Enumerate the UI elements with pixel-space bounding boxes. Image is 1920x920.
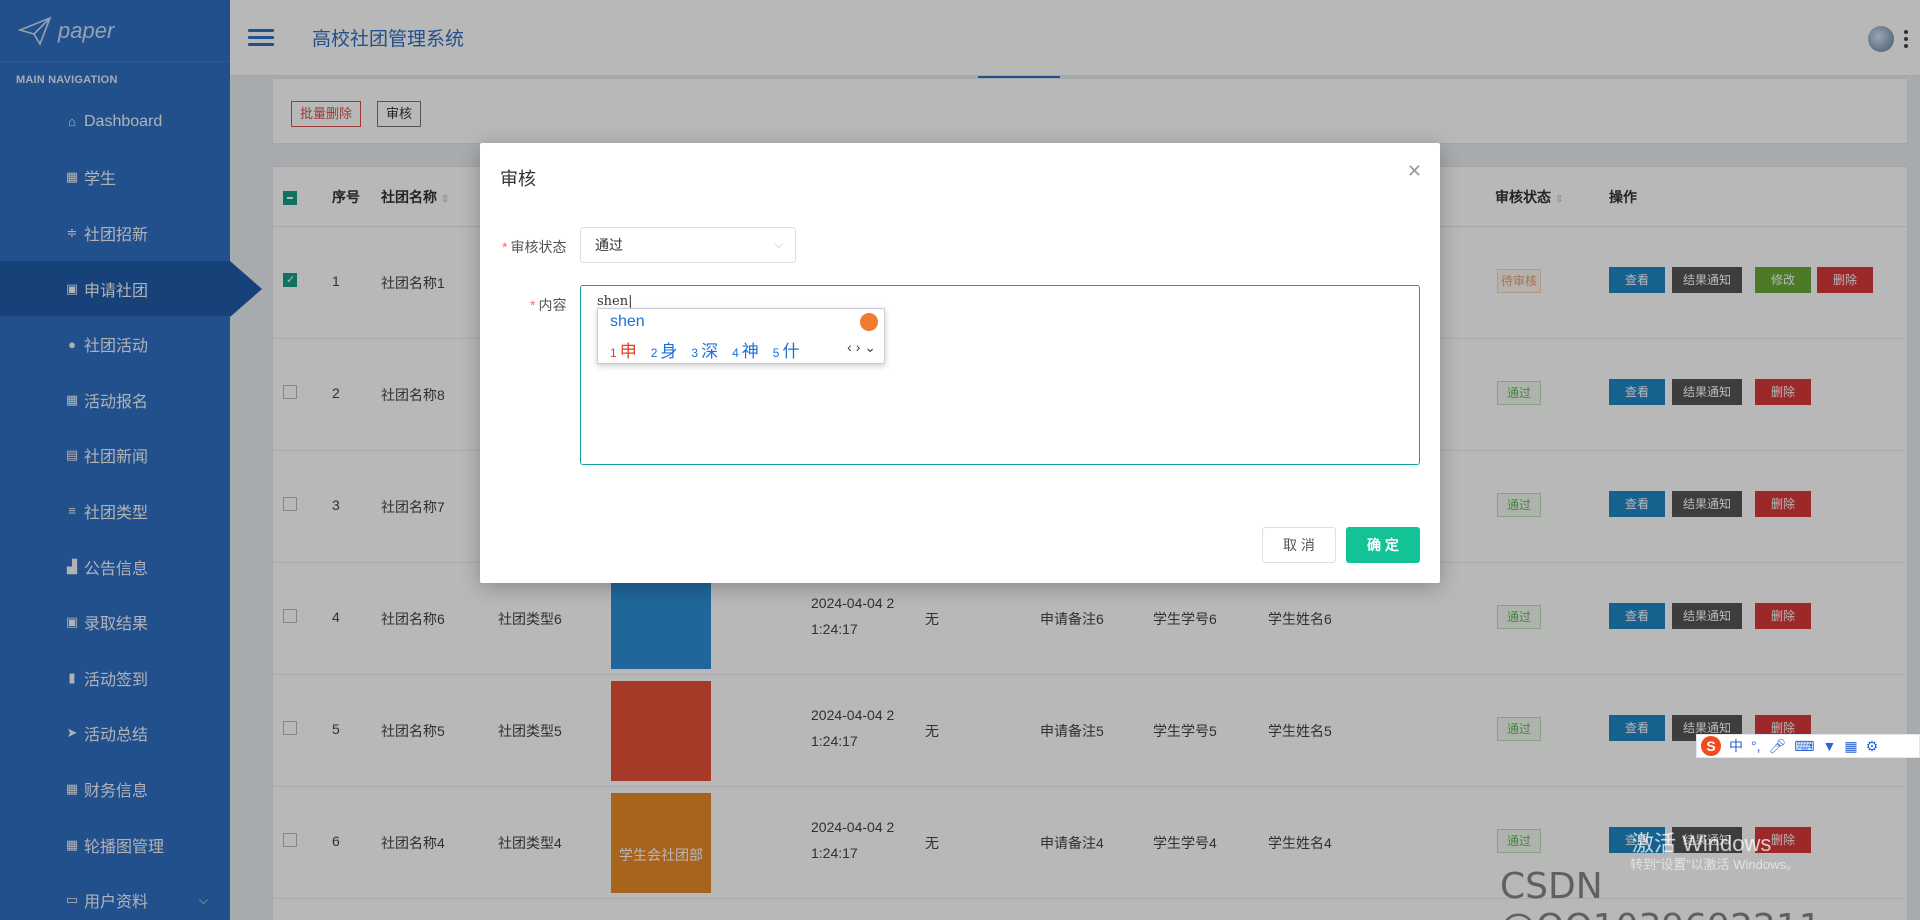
audit-status-select[interactable]: 通过 ⌵ [580,227,796,263]
audit-status-value: 通过 [595,237,623,253]
punctuation-icon[interactable]: °, [1751,738,1761,754]
ime-candidate-char: 身 [660,342,678,361]
ime-candidate-char: 什 [782,342,800,361]
toolbox-icon[interactable]: ▦ [1844,738,1857,755]
microphone-icon[interactable]: 🎤︎ [1769,738,1787,755]
ime-candidates: 1申2身3深4神5什 [610,337,799,362]
ime-status-bar: S 中 °, 🎤︎ ⌨ ▼ ▦ ⚙ [1696,734,1920,758]
dialog-title: 审核 [500,169,536,189]
ime-candidate-number: 4 [732,346,739,360]
ime-candidate-number: 3 [691,346,699,360]
ime-candidate-number: 2 [650,346,658,360]
ime-page-arrows[interactable]: ‹ › ⌄ [847,339,876,356]
ime-candidate[interactable]: 3深 [691,337,718,362]
content-label: * 内容 [530,297,567,313]
ime-candidate[interactable]: 4神 [732,337,759,362]
content-text: shen [597,294,629,309]
ime-skin-icon[interactable] [860,313,878,331]
chevron-down-icon: ⌵ [774,239,783,251]
status-label: * 审核状态 [502,239,567,255]
close-icon[interactable]: ✕ [1407,161,1422,182]
ime-mode-label[interactable]: 中 [1729,736,1743,756]
ime-candidate-char: 申 [619,342,637,361]
keyboard-icon[interactable]: ⌨ [1794,738,1814,755]
skin-icon[interactable]: ▼ [1823,738,1837,754]
ime-candidate-char: 深 [701,342,719,361]
ime-candidate-char: 神 [741,342,759,361]
csdn-watermark: CSDN @QQ1039692211 [1500,866,1822,920]
sogou-logo-icon[interactable]: S [1701,736,1721,756]
ime-candidate[interactable]: 1申 [610,337,637,362]
cancel-button[interactable]: 取 消 [1262,527,1336,563]
ime-candidate-number: 1 [610,346,617,360]
ime-candidate-window: shen 1申2身3深4神5什 ‹ › ⌄ [597,308,885,364]
ime-candidate-number: 5 [772,346,780,360]
ime-candidate[interactable]: 5什 [773,337,800,362]
settings-icon[interactable]: ⚙ [1866,738,1879,755]
ime-candidate[interactable]: 2身 [651,337,678,362]
confirm-button[interactable]: 确 定 [1346,527,1420,563]
ime-composition: shen [610,313,645,330]
